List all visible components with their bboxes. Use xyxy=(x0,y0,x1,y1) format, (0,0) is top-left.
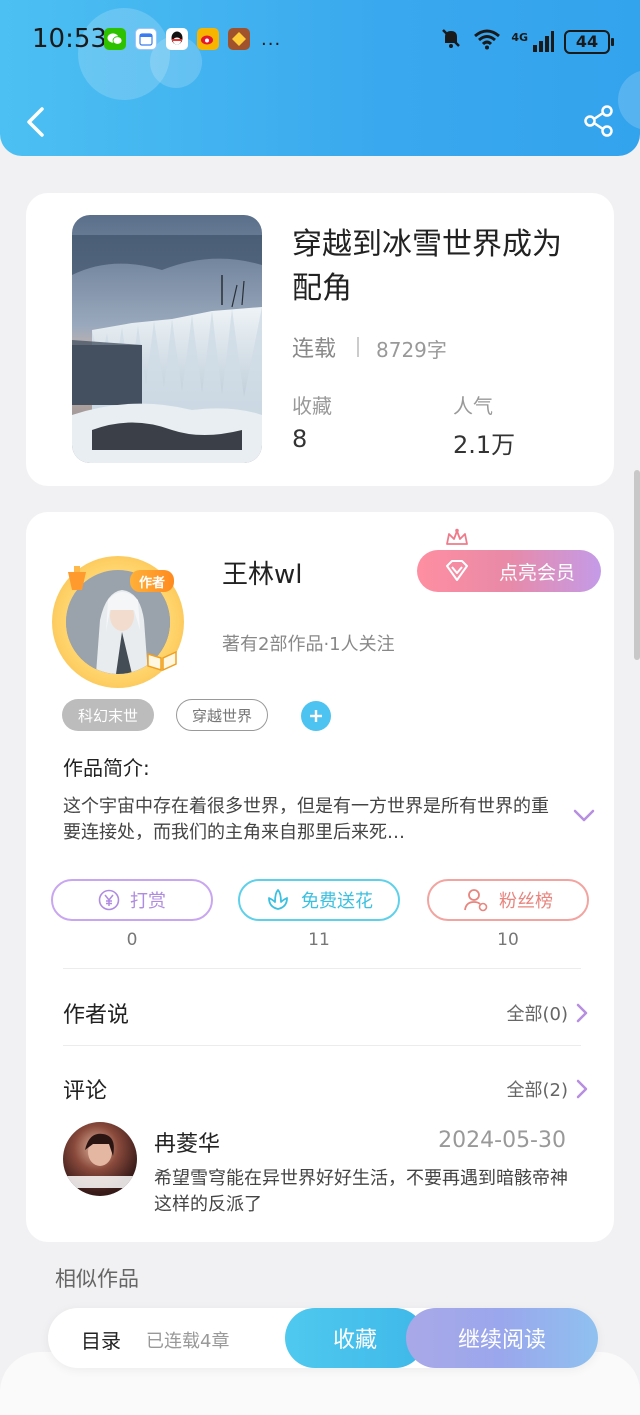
favorites-label: 收藏 xyxy=(332,1328,377,1353)
continue-reading-label: 继续阅读 xyxy=(457,1328,546,1353)
send-flower-label: 免费送花 xyxy=(301,891,373,912)
vip-button[interactable]: 点亮会员 xyxy=(417,550,601,592)
similar-works-title: 相似作品 xyxy=(55,1267,139,1291)
book-info-card: 穿越到冰雪世界成为配角 连载 8729字 收藏 8 人气 2.1万 xyxy=(26,193,614,486)
cover-image xyxy=(72,215,262,463)
stat-value-favorites: 8 xyxy=(292,425,308,453)
fan-count: 10 xyxy=(497,930,519,950)
tip-button[interactable]: 打赏 xyxy=(51,879,213,921)
wechat-icon xyxy=(104,28,126,50)
intro-text: 这个宇宙中存在着很多世界，但是有一方世界是所有世界的重要连接处，而我们的主角来自… xyxy=(63,796,549,843)
battery-level: 44 xyxy=(575,32,599,51)
back-button[interactable] xyxy=(22,104,52,140)
status-time: 10:53 xyxy=(32,24,107,54)
user-rank-icon xyxy=(464,889,488,912)
crown-icon xyxy=(446,528,468,545)
bell-muted-icon xyxy=(439,26,463,57)
book-cover[interactable] xyxy=(72,215,262,463)
open-book-icon xyxy=(147,650,177,672)
book-details-card: 作者 王林wl 著有2部作品·1人关注 点亮会员 科幻末世 穿越世界 作品简介:… xyxy=(26,512,614,1242)
comment-date: 2024-05-30 xyxy=(438,1128,566,1153)
share-button[interactable] xyxy=(582,104,616,138)
genre-tag-transmigration[interactable]: 穿越世界 xyxy=(176,699,268,731)
intro-heading: 作品简介: xyxy=(63,756,150,780)
comments-count: 全部(2) xyxy=(506,1080,569,1101)
word-count: 8729字 xyxy=(376,338,447,362)
weibo-icon xyxy=(197,28,219,50)
status-bar: 10:53 ... 4G 44 xyxy=(0,18,640,62)
tag-label: 穿越世界 xyxy=(191,706,252,725)
tag-label: 科幻末世 xyxy=(77,706,138,725)
continue-reading-button[interactable]: 继续阅读 xyxy=(406,1308,598,1368)
add-tag-button[interactable] xyxy=(301,701,331,731)
genre-tag-scifi[interactable]: 科幻末世 xyxy=(62,699,154,731)
diamond-icon xyxy=(446,560,468,581)
comments-title: 评论 xyxy=(63,1079,108,1104)
book-title: 穿越到冰雪世界成为配角 xyxy=(292,227,562,306)
author-says-title: 作者说 xyxy=(63,1003,130,1028)
divider xyxy=(63,1045,581,1046)
bottom-action-bar: 目录 已连载4章 收藏 继续阅读 xyxy=(48,1308,598,1368)
flower-icon xyxy=(268,889,288,910)
book-status: 连载 xyxy=(292,337,337,362)
author-badge: 作者 xyxy=(130,570,174,592)
commenter-avatar[interactable] xyxy=(63,1122,137,1196)
add-to-favorites-button[interactable]: 收藏 xyxy=(285,1308,425,1368)
status-right: 4G 44 xyxy=(439,26,614,57)
commenter-name[interactable]: 冉菱华 xyxy=(154,1126,220,1158)
lantern-icon xyxy=(68,566,86,590)
vip-label: 点亮会员 xyxy=(498,561,575,584)
game-app-icon xyxy=(228,28,250,50)
divider xyxy=(63,968,581,969)
yen-coin-icon xyxy=(98,889,120,911)
share-icon xyxy=(584,105,613,137)
expand-intro-button[interactable] xyxy=(572,808,596,828)
comments-all-link[interactable]: 全部(2) xyxy=(507,1076,589,1102)
fan-ranking-button[interactable]: 粉丝榜 xyxy=(427,879,589,921)
decorative-bubble xyxy=(618,70,640,130)
battery-indicator: 44 xyxy=(564,29,614,54)
chevron-right-icon xyxy=(576,1003,588,1023)
author-meta: 著有2部作品·1人关注 xyxy=(222,634,395,655)
fan-ranking-label: 粉丝榜 xyxy=(499,891,553,912)
stat-label-popularity: 人气 xyxy=(453,394,493,418)
calendar-icon xyxy=(135,28,157,50)
more-notifications-icon: ... xyxy=(261,28,282,50)
divider xyxy=(357,337,359,357)
flower-count: 11 xyxy=(308,930,330,950)
header-bar: 10:53 ... 4G 44 xyxy=(0,0,640,156)
scrollbar[interactable] xyxy=(634,470,640,660)
stat-value-popularity: 2.1万 xyxy=(453,431,516,459)
wifi-icon xyxy=(473,27,501,57)
author-says-count: 全部(0) xyxy=(506,1004,569,1025)
author-name[interactable]: 王林wl xyxy=(222,554,303,591)
chevron-down-icon xyxy=(573,809,595,822)
notification-icons: ... xyxy=(104,28,281,50)
plus-icon xyxy=(310,710,322,722)
author-says-all-link[interactable]: 全部(0) xyxy=(507,1000,589,1026)
network-label: 4G xyxy=(511,30,528,44)
signal-4g-icon: 4G xyxy=(511,30,554,53)
chevron-right-icon xyxy=(576,1079,588,1099)
chevron-left-icon xyxy=(27,107,44,137)
chapter-count: 已连载4章 xyxy=(146,1331,230,1352)
send-flower-button[interactable]: 免费送花 xyxy=(238,879,400,921)
comment-text: 希望雪穹能在异世界好好生活，不要再遇到暗骸帝神这样的反派了 xyxy=(154,1168,568,1215)
tip-count: 0 xyxy=(126,930,138,950)
stat-label-favorites: 收藏 xyxy=(292,394,332,418)
author-avatar[interactable]: 作者 xyxy=(52,556,184,688)
qq-icon xyxy=(166,28,188,50)
tip-label: 打赏 xyxy=(130,891,166,912)
table-of-contents-button[interactable]: 目录 xyxy=(81,1325,121,1354)
